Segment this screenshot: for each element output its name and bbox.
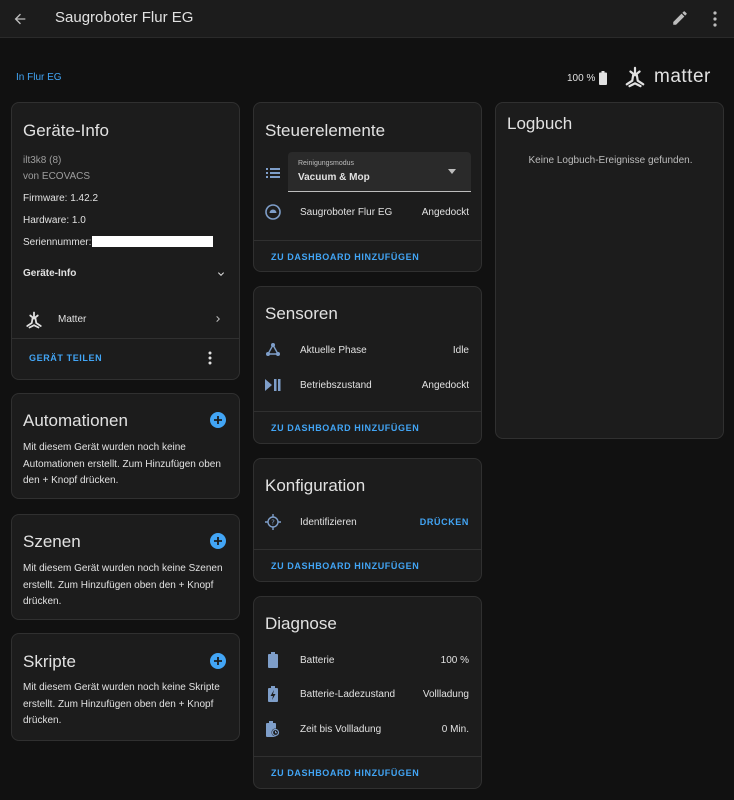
- phase-icon: [265, 342, 281, 358]
- chevron-down-icon: [218, 272, 224, 276]
- select-value: Vacuum & Mop: [298, 172, 370, 183]
- sensor-row-value: Angedockt: [421, 380, 469, 391]
- robot-vacuum-icon: [265, 204, 281, 220]
- sensors-card: Sensoren Aktuelle Phase Idle Betriebszus…: [253, 286, 482, 444]
- back-button[interactable]: [9, 8, 31, 30]
- battery-charging-icon: [265, 686, 281, 702]
- list-icon: [265, 165, 281, 181]
- scenes-title: Szenen: [23, 532, 81, 551]
- more-options-button[interactable]: [706, 9, 724, 29]
- automations-title: Automationen: [23, 411, 128, 430]
- logbook-card: Logbuch Keine Logbuch-Ereignisse gefunde…: [495, 102, 724, 439]
- add-automation-button[interactable]: [210, 412, 226, 428]
- scripts-title: Skripte: [23, 652, 76, 671]
- config-title: Konfiguration: [265, 476, 366, 495]
- scenes-text: Mit diesem Gerät wurden noch keine Szene…: [23, 563, 223, 607]
- diagnostic-row-label[interactable]: Zeit bis Vollladung: [300, 724, 381, 735]
- battery-clock-icon: [265, 721, 281, 737]
- share-device-button[interactable]: GERÄT TEILEN: [29, 353, 102, 363]
- dots-vertical-icon: [713, 11, 717, 27]
- battery-indicator: 100 %: [567, 71, 608, 85]
- device-info-section-label: Geräte-Info: [23, 268, 77, 279]
- add-to-dashboard-button[interactable]: ZU DASHBOARD HINZUFÜGEN: [271, 768, 419, 778]
- edit-button[interactable]: [671, 9, 691, 29]
- sensor-row-label[interactable]: Betriebszustand: [300, 380, 372, 391]
- matter-icon: [625, 66, 645, 88]
- diagnostic-row-value: Vollladung: [422, 689, 469, 700]
- device-manufacturer: von ECOVACS: [23, 171, 91, 182]
- device-info-card: Geräte-Info ilt3k8 (8) von ECOVACS Firmw…: [11, 102, 240, 380]
- diagnostics-title: Diagnose: [265, 614, 337, 633]
- diagnostic-row-value: 100 %: [440, 655, 469, 666]
- device-serial-label: Seriennummer:: [23, 237, 92, 248]
- vacuum-entity-state: Angedockt: [421, 207, 469, 218]
- device-menu-button[interactable]: [208, 351, 216, 367]
- add-to-dashboard-button[interactable]: ZU DASHBOARD HINZUFÜGEN: [271, 252, 419, 262]
- device-firmware: Firmware: 1.42.2: [23, 193, 99, 204]
- add-to-dashboard-button[interactable]: ZU DASHBOARD HINZUFÜGEN: [271, 423, 419, 433]
- arrow-left-icon: [14, 13, 26, 25]
- logbook-title: Logbuch: [507, 114, 573, 133]
- scenes-card: Szenen Mit diesem Gerät wurden noch kein…: [11, 514, 240, 620]
- add-script-button[interactable]: [210, 653, 226, 669]
- sensors-title: Sensoren: [265, 304, 338, 323]
- automations-text: Mit diesem Gerät wurden noch keine Autom…: [23, 442, 221, 486]
- sensor-row-value: Idle: [452, 345, 469, 356]
- expand-toggle[interactable]: [215, 267, 227, 285]
- serial-redaction: [92, 236, 213, 247]
- matter-logo: matter: [624, 66, 711, 88]
- integration-row-matter[interactable]: Matter: [12, 301, 241, 337]
- device-info-title: Geräte-Info: [23, 121, 109, 140]
- divider: [12, 338, 239, 339]
- chevron-right-icon: [216, 316, 220, 322]
- battery-percent: 100 %: [567, 72, 596, 84]
- cleaning-mode-select[interactable]: Reinigungsmodus Vacuum & Mop: [288, 152, 471, 192]
- pencil-icon: [673, 11, 687, 25]
- diagnostic-row-label[interactable]: Batterie-Ladezustand: [300, 689, 395, 700]
- diagnostic-row-value: 0 Min.: [441, 724, 469, 735]
- controls-card: Steuerelemente Reinigungsmodus Vacuum & …: [253, 102, 482, 272]
- battery-icon: [265, 652, 281, 668]
- device-model: ilt3k8 (8): [23, 155, 62, 166]
- caret-down-icon: [448, 169, 456, 174]
- integration-name: Matter: [58, 314, 87, 325]
- play-pause-icon: [265, 377, 281, 393]
- sensor-row-label[interactable]: Aktuelle Phase: [300, 345, 367, 356]
- plus-icon: [214, 537, 222, 545]
- identify-label: Identifizieren: [300, 517, 357, 528]
- select-label: Reinigungsmodus: [298, 160, 355, 167]
- config-card: Konfiguration ? Identifizieren DRÜCKEN Z…: [253, 458, 482, 582]
- vacuum-entity-name[interactable]: Saugroboter Flur EG: [300, 207, 392, 218]
- device-hardware: Hardware: 1.0: [23, 215, 86, 226]
- controls-title: Steuerelemente: [265, 121, 386, 140]
- automations-card: Automationen Mit diesem Gerät wurden noc…: [11, 393, 240, 499]
- press-button[interactable]: DRÜCKEN: [420, 517, 469, 527]
- divider: [254, 549, 481, 550]
- logbook-empty-text: Keine Logbuch-Ereignisse gefunden.: [528, 155, 693, 166]
- divider: [254, 240, 481, 241]
- divider: [254, 756, 481, 757]
- add-to-dashboard-button[interactable]: ZU DASHBOARD HINZUFÜGEN: [271, 561, 419, 571]
- area-link[interactable]: In Flur EG: [16, 72, 62, 83]
- top-app-bar: Saugroboter Flur EG: [0, 0, 734, 38]
- page-title: Saugroboter Flur EG: [55, 9, 194, 26]
- diagnostic-row-label[interactable]: Batterie: [300, 655, 334, 666]
- svg-text:?: ?: [271, 519, 275, 527]
- dots-vertical-icon: [208, 351, 212, 365]
- matter-icon: [26, 311, 42, 329]
- identify-icon: ?: [265, 514, 281, 530]
- add-scene-button[interactable]: [210, 533, 226, 549]
- matter-wordmark: matter: [654, 66, 711, 87]
- diagnostics-card: Diagnose Batterie 100 % Batterie-Ladezus…: [253, 596, 482, 789]
- scripts-card: Skripte Mit diesem Gerät wurden noch kei…: [11, 633, 240, 741]
- scripts-text: Mit diesem Gerät wurden noch keine Skrip…: [23, 682, 220, 726]
- plus-icon: [214, 416, 222, 424]
- divider: [254, 411, 481, 412]
- battery-icon: [599, 71, 608, 85]
- plus-icon: [214, 657, 222, 665]
